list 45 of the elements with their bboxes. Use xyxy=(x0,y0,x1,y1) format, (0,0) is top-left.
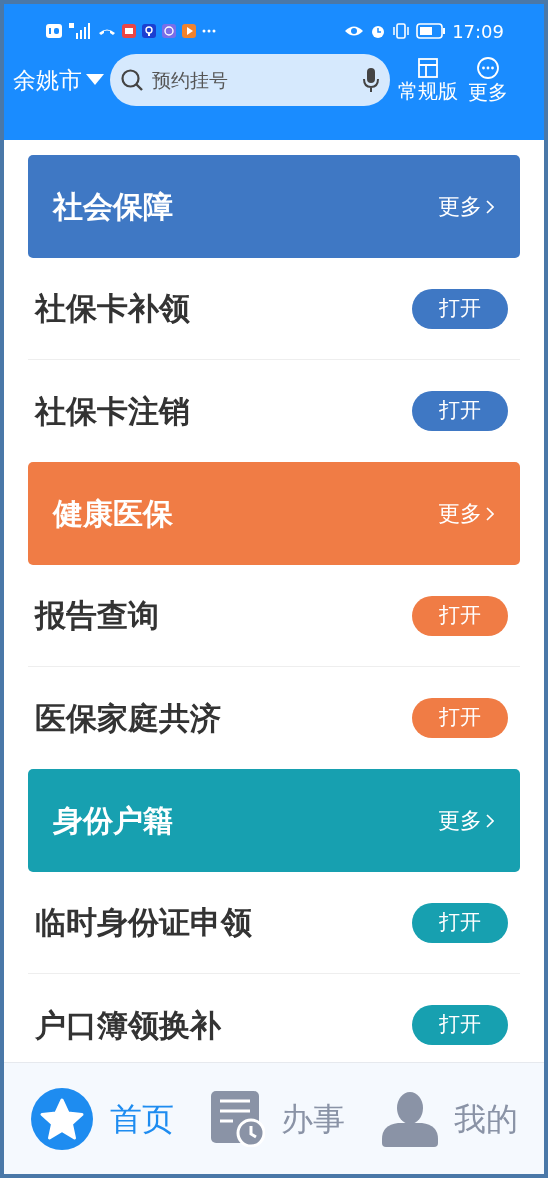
chevron-icon xyxy=(486,813,494,828)
status-time: 17:09 xyxy=(452,19,504,44)
section-title: 社会保障 xyxy=(53,188,173,226)
app-icon xyxy=(122,24,136,38)
open-button[interactable]: 打开 xyxy=(412,1005,508,1045)
chevron-icon xyxy=(486,506,494,521)
tab[interactable]: 首页 xyxy=(30,1086,175,1151)
microphone-icon xyxy=(362,67,380,93)
open-button[interactable]: 打开 xyxy=(412,391,508,431)
more-icon xyxy=(476,55,500,80)
search-bar[interactable]: 预约挂号 xyxy=(110,54,390,106)
section-title: 健康医保 xyxy=(53,495,173,533)
layout-icon xyxy=(417,56,439,79)
tab[interactable]: 办事 xyxy=(211,1090,345,1147)
open-button[interactable]: 打开 xyxy=(412,698,508,738)
search-icon xyxy=(120,68,144,92)
more-dots-icon xyxy=(202,29,216,33)
open-button[interactable]: 打开 xyxy=(412,595,508,636)
tab[interactable]: 我的 xyxy=(381,1090,518,1147)
battery-icon xyxy=(416,23,447,39)
search-input[interactable]: 预约挂号 xyxy=(152,65,354,95)
service-name: 报告查询 xyxy=(35,596,159,636)
service-name: 临时身份证申领 xyxy=(35,903,252,943)
chevron-icon xyxy=(486,199,494,214)
header-action-button[interactable]: 常规版 xyxy=(396,56,460,104)
more-link[interactable]: 更多 xyxy=(438,190,494,223)
service-name: 社保卡补领 xyxy=(35,289,190,329)
city-selector[interactable]: 余姚市 xyxy=(13,62,104,98)
play-icon xyxy=(182,24,196,38)
document-clock-icon xyxy=(211,1090,265,1147)
service-name: 社保卡注销 xyxy=(35,391,190,431)
vibrate-icon xyxy=(392,23,411,39)
open-button[interactable]: 打开 xyxy=(412,902,508,943)
service-name: 医保家庭共济 xyxy=(35,698,221,738)
person-icon xyxy=(381,1090,438,1147)
service-name: 户口簿领换补 xyxy=(35,1005,221,1045)
caret-icon xyxy=(86,74,104,86)
signal-icon xyxy=(68,23,92,39)
section-title: 身份户籍 xyxy=(53,802,173,840)
eye-icon xyxy=(344,25,365,37)
open-button[interactable]: 打开 xyxy=(412,288,508,329)
more-link[interactable]: 更多 xyxy=(438,804,494,837)
alarm-icon xyxy=(370,23,387,39)
more-link[interactable]: 更多 xyxy=(438,497,494,530)
header-action-button[interactable]: 更多 xyxy=(466,55,510,105)
